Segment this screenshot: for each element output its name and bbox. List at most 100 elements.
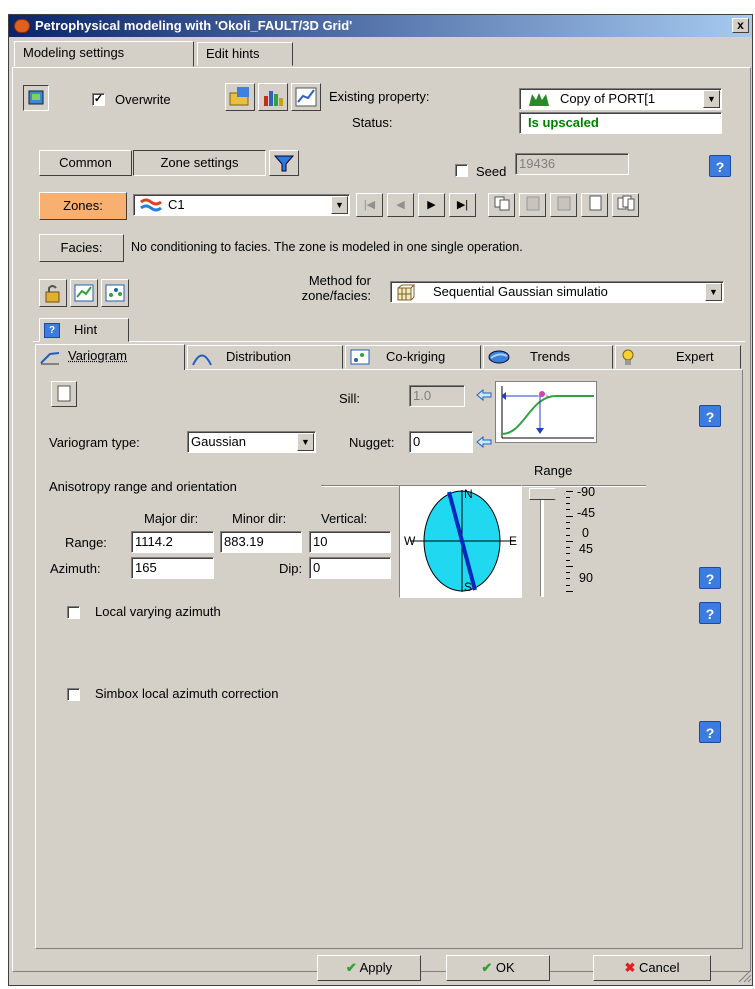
grid-view-icon[interactable] bbox=[23, 85, 49, 111]
chevron-down-icon[interactable]: ▼ bbox=[297, 433, 314, 451]
simbox-correction-checkbox[interactable] bbox=[67, 688, 80, 701]
common-tab[interactable]: Common bbox=[39, 150, 132, 176]
seed-checkbox[interactable] bbox=[455, 164, 468, 177]
compass-south: S bbox=[464, 580, 473, 594]
property-icon bbox=[529, 93, 549, 106]
ok-label: OK bbox=[495, 960, 515, 975]
close-button[interactable]: x bbox=[732, 18, 749, 33]
tab-edit-hints[interactable]: Edit hints bbox=[197, 42, 293, 66]
chevron-down-icon[interactable]: ▼ bbox=[703, 90, 720, 108]
help-icon[interactable]: ? bbox=[699, 602, 721, 624]
histogram-icon[interactable] bbox=[258, 83, 288, 111]
variogram-preview bbox=[495, 381, 597, 443]
new-page-icon[interactable] bbox=[581, 193, 608, 217]
tab-distribution[interactable]: Distribution bbox=[187, 345, 343, 369]
tab-label: Variogram bbox=[68, 348, 128, 363]
dip-scale-label: -45 bbox=[577, 506, 596, 520]
tab-variogram[interactable]: Variogram bbox=[35, 344, 185, 370]
cancel-button[interactable]: ✖ Cancel bbox=[593, 955, 711, 981]
dip-scale-label: 0 bbox=[582, 526, 589, 540]
cancel-label: Cancel bbox=[639, 960, 680, 975]
settings-folder-icon[interactable] bbox=[225, 83, 255, 111]
scatter-icon[interactable] bbox=[101, 279, 129, 307]
dip-label: Dip: bbox=[279, 561, 303, 576]
tab-label: Expert bbox=[676, 349, 714, 364]
zone-settings-tab[interactable]: Zone settings bbox=[133, 150, 266, 176]
copy-settings-icon[interactable] bbox=[488, 193, 515, 217]
paste-all-icon[interactable] bbox=[550, 193, 577, 217]
simbox-correction-label: Simbox local azimuth correction bbox=[95, 686, 279, 701]
new-page-icon[interactable] bbox=[51, 381, 77, 407]
tab-co-kriging[interactable]: Co-kriging bbox=[345, 345, 481, 369]
tab-modeling-settings[interactable]: Modeling settings bbox=[14, 41, 194, 67]
overwrite-checkbox[interactable]: ✓ bbox=[92, 93, 105, 106]
compass-rose[interactable]: N S W E bbox=[399, 485, 522, 598]
hint-icon: ? bbox=[44, 323, 60, 338]
zones-combo[interactable]: C1 ▼ bbox=[133, 194, 350, 216]
range-label: Range: bbox=[65, 535, 107, 550]
checkmark-icon: ✔ bbox=[481, 960, 493, 975]
apply-button[interactable]: ✔ Apply bbox=[317, 955, 421, 981]
local-azimuth-label: Local varying azimuth bbox=[95, 604, 221, 619]
local-azimuth-checkbox[interactable] bbox=[67, 606, 80, 619]
nugget-label: Nugget: bbox=[349, 435, 395, 450]
minor-dir-label: Minor dir: bbox=[232, 511, 287, 526]
tab-expert[interactable]: Expert bbox=[615, 345, 741, 369]
tab-hint[interactable]: ? Hint bbox=[39, 318, 129, 342]
resize-grip-icon[interactable] bbox=[736, 967, 752, 983]
copy-all-icon[interactable] bbox=[612, 193, 639, 217]
apply-label: Apply bbox=[359, 960, 393, 975]
facies-button[interactable]: Facies: bbox=[39, 234, 124, 262]
existing-property-combo[interactable]: Copy of PORT[1 ▼ bbox=[519, 88, 722, 110]
variogram-type-combo[interactable]: Gaussian ▼ bbox=[187, 431, 316, 453]
method-combo[interactable]: Sequential Gaussian simulatio ▼ bbox=[390, 281, 724, 303]
vertical-range-input[interactable]: 10 bbox=[309, 531, 391, 553]
help-icon[interactable]: ? bbox=[699, 567, 721, 589]
next-zone-icon[interactable]: ▶ bbox=[418, 193, 445, 217]
vertical-label: Vertical: bbox=[321, 511, 368, 526]
major-range-input[interactable]: 1114.2 bbox=[131, 531, 214, 553]
seed-label: Seed bbox=[476, 164, 507, 179]
help-icon[interactable]: ? bbox=[699, 405, 721, 427]
lock-icon[interactable] bbox=[39, 279, 67, 307]
tab-trends[interactable]: Trends bbox=[483, 345, 613, 369]
tab-line bbox=[33, 341, 745, 342]
window-title: Petrophysical modeling with 'Okoli_FAULT… bbox=[35, 18, 353, 33]
arrow-left-icon[interactable] bbox=[476, 436, 492, 448]
zones-button[interactable]: Zones: bbox=[39, 192, 127, 220]
filter-icon[interactable] bbox=[269, 150, 299, 176]
nugget-input[interactable]: 0 bbox=[409, 431, 473, 453]
grid-cube-icon bbox=[397, 284, 415, 301]
paste-settings-icon[interactable] bbox=[519, 193, 546, 217]
status-value: Is upscaled bbox=[519, 112, 722, 134]
variogram-curve-icon bbox=[501, 386, 594, 439]
title-bar[interactable]: Petrophysical modeling with 'Okoli_FAULT… bbox=[9, 15, 752, 37]
chart-icon[interactable] bbox=[291, 83, 321, 111]
method-value: Sequential Gaussian simulatio bbox=[433, 284, 608, 299]
compass-east: E bbox=[509, 534, 518, 548]
dip-scale-label: 90 bbox=[579, 571, 593, 585]
dip-slider-track[interactable] bbox=[540, 495, 544, 597]
first-zone-icon[interactable]: |◀ bbox=[356, 193, 383, 217]
tab-label: Trends bbox=[530, 349, 570, 364]
previous-zone-icon[interactable]: ◀ bbox=[387, 193, 414, 217]
help-icon[interactable]: ? bbox=[699, 721, 721, 743]
lightbulb-icon bbox=[622, 349, 634, 365]
tab-label: Modeling settings bbox=[23, 45, 125, 60]
facies-description: No conditioning to facies. The zone is m… bbox=[131, 240, 523, 254]
compass-west: W bbox=[404, 534, 416, 548]
arrow-left-icon[interactable] bbox=[476, 389, 492, 401]
last-zone-icon[interactable]: ▶| bbox=[449, 193, 476, 217]
existing-property-value: Copy of PORT[1 bbox=[560, 91, 656, 106]
zone-layers-icon bbox=[140, 198, 162, 212]
chevron-down-icon[interactable]: ▼ bbox=[705, 283, 722, 301]
dip-input[interactable]: 0 bbox=[309, 557, 391, 579]
edit-chart-icon[interactable] bbox=[70, 279, 98, 307]
chevron-down-icon[interactable]: ▼ bbox=[331, 196, 348, 214]
help-icon[interactable]: ? bbox=[709, 155, 731, 177]
seed-input[interactable]: 19436 bbox=[515, 153, 629, 175]
sill-input[interactable]: 1.0 bbox=[409, 385, 465, 407]
azimuth-input[interactable]: 165 bbox=[131, 557, 214, 579]
minor-range-input[interactable]: 883.19 bbox=[220, 531, 302, 553]
ok-button[interactable]: ✔ OK bbox=[446, 955, 550, 981]
